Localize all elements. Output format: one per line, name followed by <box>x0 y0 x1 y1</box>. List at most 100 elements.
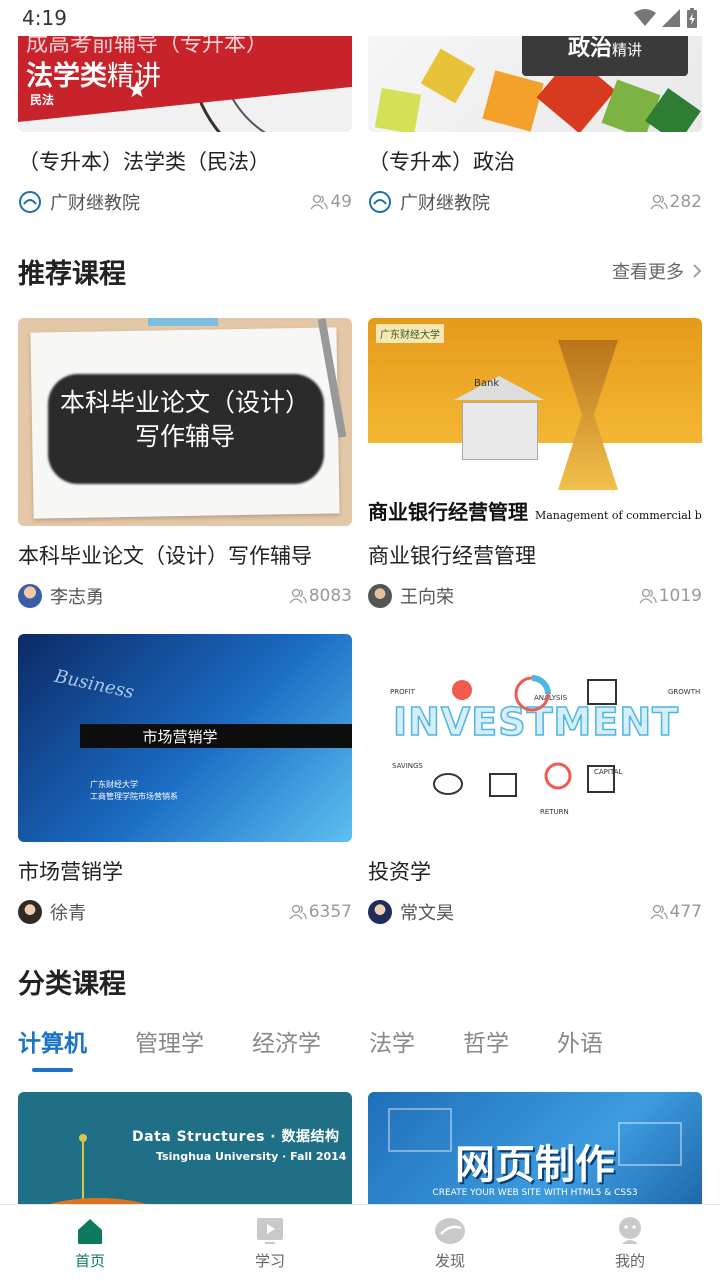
nav-discover[interactable]: 发现 <box>360 1205 540 1281</box>
learner-count: 282 <box>650 192 702 212</box>
course-author: 李志勇 <box>50 587 104 608</box>
section-title-categories: 分类课程 <box>18 969 126 1000</box>
profile-icon <box>619 1216 641 1244</box>
course-author: 常文昊 <box>400 903 454 924</box>
course-author: 徐青 <box>50 903 86 924</box>
avatar <box>368 584 392 608</box>
banner-main: 商业银行经营管理 <box>368 500 528 524</box>
nav-study[interactable]: 学习 <box>180 1205 360 1281</box>
avatar <box>18 584 42 608</box>
learner-count: 6357 <box>289 902 352 922</box>
nav-label: 我的 <box>614 1251 645 1270</box>
banner-line1: 本科毕业论文（设计） <box>59 388 310 417</box>
learner-count: 49 <box>310 192 352 212</box>
discover-icon <box>435 1217 465 1244</box>
section-title-recommended: 推荐课程 <box>18 259 126 290</box>
learner-count: 8083 <box>289 586 352 606</box>
banner-sub: Tsinghua University · Fall 2014 <box>156 1150 347 1163</box>
category-tabs: 计算机 管理学 经济学 法学 哲学 外语 <box>18 1024 651 1072</box>
banner-sub: CREATE YOUR WEB SITE WITH HTML5 & CSS3 <box>432 1188 638 1198</box>
learner-count: 477 <box>650 902 702 922</box>
course-title: 商业银行经营管理 <box>368 544 536 568</box>
course-thumbnail: Data Structures · 数据结构 Tsinghua Universi… <box>18 1092 352 1204</box>
banner-label-3: SAVINGS <box>392 762 423 770</box>
learner-count-value: 49 <box>330 192 352 212</box>
banner-sub1: 广东财经大学 <box>90 780 138 789</box>
investment-illustration <box>452 675 617 712</box>
status-bar: 4:19 <box>0 0 720 36</box>
tab-computer[interactable]: 计算机 <box>18 1024 87 1072</box>
avatar <box>18 900 42 924</box>
banner-big: 政治 <box>568 36 613 61</box>
play-icon <box>257 1217 283 1244</box>
banner-title: Data Structures · 数据结构 <box>132 1129 340 1145</box>
course-card[interactable]: 本科毕业论文（设计） 写作辅导 本科毕业论文（设计）写作辅导 李志勇 8083 <box>18 318 352 610</box>
home-icon <box>78 1218 102 1244</box>
school-logo-icon <box>19 191 41 213</box>
tab-foreign-language[interactable]: 外语 <box>557 1024 603 1058</box>
signal-icon <box>662 9 680 27</box>
banner-bank: Bank <box>474 378 500 389</box>
banner-line2: 法学类 <box>26 61 107 92</box>
course-thumbnail: 政治精讲 <box>368 36 702 132</box>
banner-tag: 民法 <box>30 93 55 107</box>
tab-economics[interactable]: 经济学 <box>252 1024 321 1058</box>
course-title: 投资学 <box>368 860 431 884</box>
people-icon <box>650 904 668 920</box>
tab-law[interactable]: 法学 <box>369 1024 415 1058</box>
nav-label: 学习 <box>254 1251 285 1270</box>
status-icons <box>634 8 698 28</box>
wifi-icon <box>634 9 656 26</box>
people-icon <box>289 588 307 604</box>
nav-profile[interactable]: 我的 <box>540 1205 720 1281</box>
course-title: 市场营销学 <box>18 860 123 884</box>
learner-count-value: 8083 <box>308 586 352 606</box>
course-title: （专升本）政治 <box>368 150 515 174</box>
status-time: 4:19 <box>22 6 67 30</box>
investment-illustration <box>433 762 615 797</box>
course-card[interactable]: 成高考前辅导（专升本） 法学类精讲 民法 （专升本）法学类（民法） 广财继教院 … <box>18 36 352 216</box>
tab-philosophy[interactable]: 哲学 <box>463 1024 509 1058</box>
learner-count-value: 1019 <box>658 586 702 606</box>
course-author: 广财继教院 <box>50 193 140 214</box>
course-thumbnail: 广东财经大学 Bank 商业银行经营管理 Management of comme… <box>368 318 702 526</box>
battery-icon <box>687 8 697 28</box>
banner-word: Business <box>52 665 136 704</box>
course-card[interactable]: Data Structures · 数据结构 Tsinghua Universi… <box>18 1092 352 1204</box>
nav-home[interactable]: 首页 <box>0 1205 180 1281</box>
course-card[interactable]: 广东财经大学 Bank 商业银行经营管理 Management of comme… <box>368 318 702 610</box>
course-card[interactable]: 政治精讲 （专升本）政治 广财继教院 282 <box>368 36 702 216</box>
star-icon <box>128 80 146 98</box>
learner-count: 1019 <box>639 586 702 606</box>
learner-count-value: 477 <box>669 902 702 922</box>
tab-management[interactable]: 管理学 <box>135 1024 204 1058</box>
learner-count-value: 282 <box>669 192 702 212</box>
people-icon <box>289 904 307 920</box>
people-icon <box>650 194 668 210</box>
learner-count-value: 6357 <box>308 902 352 922</box>
banner-main: 市场营销学 <box>142 728 218 746</box>
course-thumbnail: 网页制作 CREATE YOUR WEB SITE WITH HTML5 & C… <box>368 1092 702 1204</box>
banner-line2: 写作辅导 <box>134 422 235 451</box>
banner-school: 广东财经大学 <box>376 324 444 343</box>
see-more-label: 查看更多 <box>612 262 684 283</box>
course-title: 本科毕业论文（设计）写作辅导 <box>18 544 312 568</box>
course-card[interactable]: Business 市场营销学 广东财经大学 工商管理学院市场营销系 市场营销学 … <box>18 634 352 926</box>
people-icon <box>310 194 329 210</box>
scroll-content[interactable]: 成高考前辅导（专升本） 法学类精讲 民法 （专升本）法学类（民法） 广财继教院 … <box>0 36 720 1204</box>
course-card[interactable]: 网页制作 CREATE YOUR WEB SITE WITH HTML5 & C… <box>368 1092 702 1204</box>
avatar <box>368 900 392 924</box>
banner-en: Management of commercial bar <box>534 509 702 522</box>
course-card[interactable]: INVESTMENT PROFIT ANALYSIS GROWTH SAVING… <box>368 634 702 926</box>
nav-label: 发现 <box>434 1251 465 1270</box>
people-icon <box>639 588 657 604</box>
see-more-button[interactable]: 查看更多 <box>612 258 702 284</box>
course-title: （专升本）法学类（民法） <box>18 150 270 174</box>
banner-sub2: 工商管理学院市场营销系 <box>90 792 178 801</box>
banner-label-0: PROFIT <box>390 688 415 696</box>
nav-label: 首页 <box>74 1251 105 1270</box>
course-thumbnail: INVESTMENT PROFIT ANALYSIS GROWTH SAVING… <box>368 634 702 842</box>
banner-label-2: GROWTH <box>668 688 701 696</box>
course-author: 广财继教院 <box>400 193 490 214</box>
chevron-right-icon <box>693 264 702 278</box>
